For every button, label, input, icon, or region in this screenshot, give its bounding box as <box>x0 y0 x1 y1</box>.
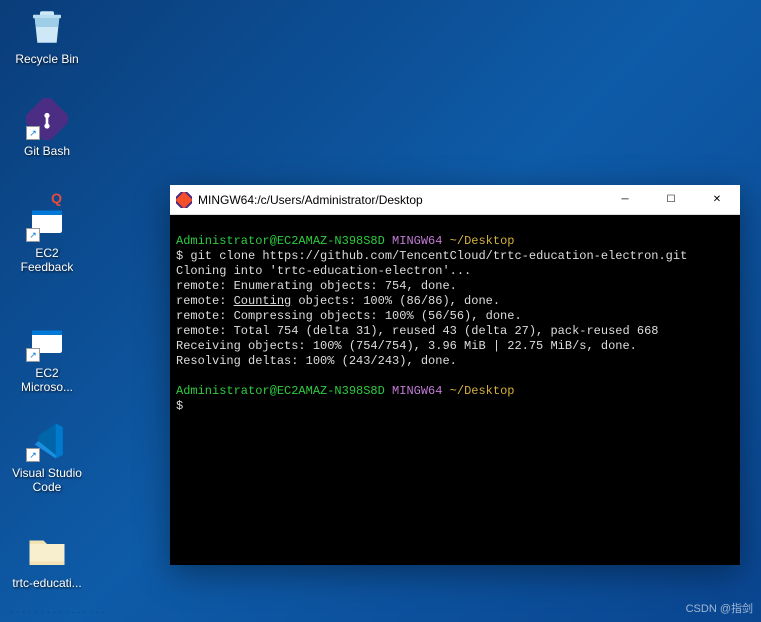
prompt-env: MINGW64 <box>392 234 442 248</box>
output-line: remote: Counting objects: 100% (86/86), … <box>176 294 500 308</box>
prompt-line: Administrator@EC2AMAZ-N398S8D MINGW64 ~/… <box>176 234 514 248</box>
counting-underlined: Counting <box>234 294 292 308</box>
window-title: MINGW64:/c/Users/Administrator/Desktop <box>198 193 602 207</box>
bottom-blur-text: · · · · · · · · · · · · · · · · <box>10 607 105 618</box>
desktop-icon-ec2-microsoft[interactable]: ↗ EC2 Microso... <box>8 320 86 395</box>
ec2-microsoft-icon: ↗ <box>26 320 68 362</box>
icon-label: EC2 Feedback <box>21 246 74 275</box>
titlebar[interactable]: MINGW64:/c/Users/Administrator/Desktop ─… <box>170 185 740 215</box>
shortcut-arrow-icon: ↗ <box>26 126 40 140</box>
icon-label: EC2 Microso... <box>21 366 73 395</box>
command-text: git clone https://github.com/TencentClou… <box>190 249 687 263</box>
icon-label: Visual Studio Code <box>12 466 82 495</box>
desktop-icon-recycle-bin[interactable]: Recycle Bin <box>8 6 86 66</box>
minimize-button[interactable]: ─ <box>602 185 648 214</box>
shortcut-arrow-icon: ↗ <box>26 348 40 362</box>
icon-label: Recycle Bin <box>15 52 78 66</box>
output-line: remote: Enumerating objects: 754, done. <box>176 279 457 293</box>
folder-icon <box>26 530 68 572</box>
output-line: Resolving deltas: 100% (243/243), done. <box>176 354 457 368</box>
icon-label: trtc-educati... <box>12 576 81 590</box>
prompt-user: Administrator@EC2AMAZ-N398S8D <box>176 384 385 398</box>
prompt-user: Administrator@EC2AMAZ-N398S8D <box>176 234 385 248</box>
shortcut-arrow-icon: ↗ <box>26 228 40 242</box>
cursor-line: $ <box>176 399 183 413</box>
prompt-path: ~/Desktop <box>450 384 515 398</box>
recycle-bin-icon <box>26 6 68 48</box>
vscode-icon: ↗ <box>26 420 68 462</box>
prompt-env: MINGW64 <box>392 384 442 398</box>
output-line: remote: Total 754 (delta 31), reused 43 … <box>176 324 658 338</box>
dollar-sign: $ <box>176 249 183 263</box>
desktop-icon-trtc-folder[interactable]: trtc-educati... <box>8 530 86 590</box>
prompt-path: ~/Desktop <box>450 234 515 248</box>
terminal-body[interactable]: Administrator@EC2AMAZ-N398S8D MINGW64 ~/… <box>170 215 740 565</box>
icon-label: Git Bash <box>24 144 70 158</box>
close-button[interactable]: ✕ <box>694 185 740 214</box>
shortcut-arrow-icon: ↗ <box>26 448 40 462</box>
output-line: Receiving objects: 100% (754/754), 3.96 … <box>176 339 637 353</box>
ec2-feedback-icon: Q ↗ <box>26 200 68 242</box>
output-line: remote: Compressing objects: 100% (56/56… <box>176 309 522 323</box>
git-bash-icon: ↗ <box>26 98 68 140</box>
window-controls: ─ ☐ ✕ <box>602 185 740 214</box>
desktop-icon-vscode[interactable]: ↗ Visual Studio Code <box>8 420 86 495</box>
csdn-watermark: CSDN @指剑 <box>686 600 753 616</box>
prompt-line: Administrator@EC2AMAZ-N398S8D MINGW64 ~/… <box>176 384 514 398</box>
desktop-icon-git-bash[interactable]: ↗ Git Bash <box>8 98 86 158</box>
maximize-button[interactable]: ☐ <box>648 185 694 214</box>
desktop-icon-ec2-feedback[interactable]: Q ↗ EC2 Feedback <box>8 200 86 275</box>
output-line: Cloning into 'trtc-education-electron'..… <box>176 264 471 278</box>
command-line: $ git clone https://github.com/TencentCl… <box>176 249 687 263</box>
git-bash-titlebar-icon <box>176 192 192 208</box>
badge-q-icon: Q <box>51 190 62 206</box>
git-bash-window: MINGW64:/c/Users/Administrator/Desktop ─… <box>170 185 740 565</box>
